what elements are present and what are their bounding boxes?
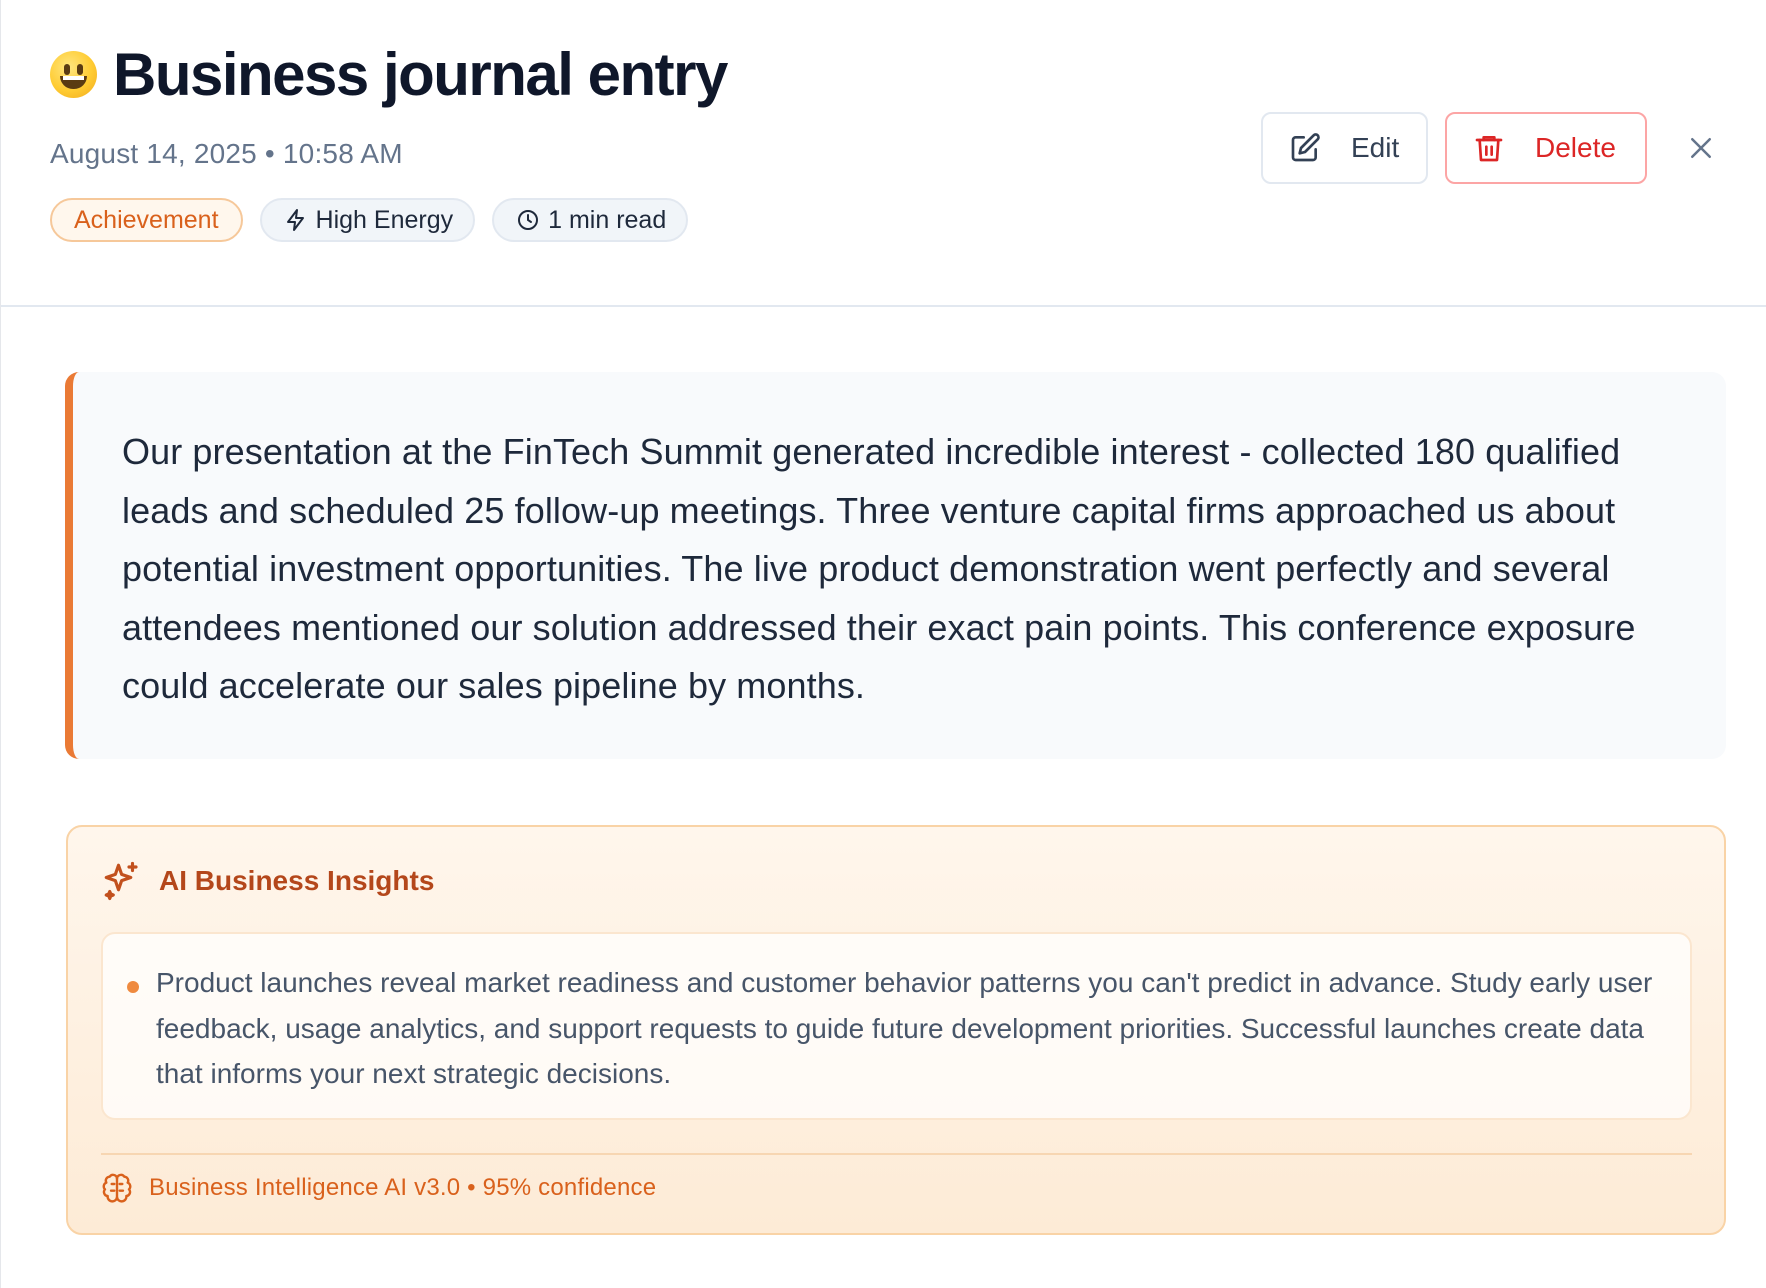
bullet-icon [127, 981, 139, 993]
grinning-face-emoji-icon [50, 51, 97, 98]
clock-icon [518, 210, 539, 230]
energy-tag: High Energy [259, 198, 476, 242]
edit-button-label: Edit [1351, 132, 1400, 163]
insight-item: Product launches reveal market readiness… [101, 932, 1692, 1120]
insight-text: Product launches reveal market readiness… [156, 967, 1653, 1089]
ai-insights-title: AI Business Insights [159, 865, 435, 896]
entry-title: Business journal entry [113, 41, 728, 108]
ai-insights-panel: AI Business Insights Product launches re… [66, 825, 1726, 1235]
edit-icon [1291, 133, 1320, 162]
edit-button[interactable]: Edit [1261, 112, 1428, 184]
insights-divider [101, 1153, 1692, 1155]
entry-datetime: August 14, 2025 • 10:58 AM [50, 138, 403, 169]
entry-header: Business journal entry August 14, 2025 •… [1, 0, 1766, 307]
entry-body: Our presentation at the FinTech Summit g… [65, 372, 1726, 759]
brain-icon [102, 1173, 132, 1203]
ai-insights-footer: Business Intelligence AI v3.0 • 95% conf… [101, 1172, 656, 1204]
journal-entry-modal: Business journal entry August 14, 2025 •… [0, 0, 1766, 1288]
ai-insights-header: AI Business Insights [101, 860, 434, 902]
read-time-tag: 1 min read [492, 198, 689, 242]
lightning-icon [286, 209, 304, 231]
entry-actions: Edit Delete [1261, 112, 1647, 184]
title-row: Business journal entry [50, 40, 728, 109]
close-button[interactable] [1683, 130, 1719, 166]
close-icon [1691, 138, 1711, 158]
sparkles-icon [104, 861, 138, 901]
entry-body-text: Our presentation at the FinTech Summit g… [122, 431, 1636, 706]
category-tag-label: Achievement [74, 205, 219, 234]
category-tag: Achievement [50, 198, 243, 242]
delete-button-label: Delete [1535, 132, 1616, 163]
energy-tag-label: High Energy [315, 205, 454, 234]
ai-model-info: Business Intelligence AI v3.0 • 95% conf… [149, 1174, 657, 1201]
trash-icon [1475, 136, 1503, 162]
delete-button[interactable]: Delete [1445, 112, 1647, 184]
entry-tags: Achievement High Energy 1 min read [50, 198, 689, 242]
read-time-tag-label: 1 min read [548, 205, 667, 234]
